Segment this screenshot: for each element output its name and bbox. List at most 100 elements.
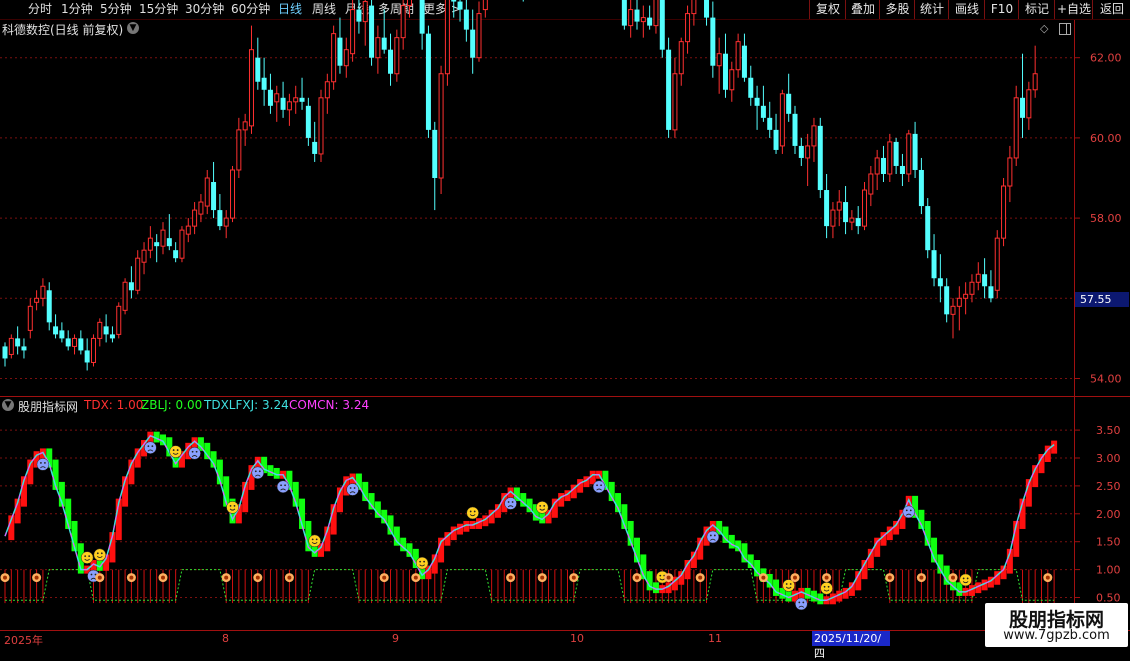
overlay-button[interactable]: 叠加 xyxy=(845,0,880,19)
trend-block xyxy=(975,582,982,594)
candle-body xyxy=(53,326,59,335)
candle-body xyxy=(975,273,981,283)
flower-icon xyxy=(758,573,768,583)
trend-block xyxy=(191,437,198,451)
face-eye xyxy=(315,538,318,541)
trend-block xyxy=(109,532,116,563)
trend-block xyxy=(1006,548,1013,574)
candle-body xyxy=(716,53,722,67)
face-mouth xyxy=(280,488,286,491)
trend-block xyxy=(65,498,72,529)
trend-block xyxy=(235,504,242,524)
statistics-button[interactable]: 统计 xyxy=(914,0,949,19)
period-weekly[interactable]: 周线 xyxy=(312,2,336,16)
trend-block xyxy=(665,582,672,594)
period-more[interactable]: 更多 > xyxy=(423,2,461,16)
trend-block xyxy=(425,565,432,580)
adjust-button[interactable]: 复权 xyxy=(809,0,846,19)
candle-body xyxy=(128,282,134,291)
trend-block xyxy=(861,560,868,580)
flower-icon xyxy=(948,573,958,583)
trend-block xyxy=(678,571,685,585)
candle-body xyxy=(432,129,438,178)
trend-block xyxy=(336,487,343,513)
trend-block xyxy=(494,504,501,518)
period-5min[interactable]: 5分钟 xyxy=(100,2,132,16)
trend-block xyxy=(1000,565,1007,580)
trend-block xyxy=(96,560,103,571)
candlestick-chart[interactable]: 70.0068.0066.0064.0062.0060.0058.0056.00… xyxy=(0,0,1130,650)
multi-stock-button[interactable]: 多股 xyxy=(879,0,915,19)
trend-block xyxy=(438,537,445,563)
face-eye xyxy=(195,450,198,453)
indicator-tick-label: 2.00 xyxy=(1096,508,1121,521)
trend-block xyxy=(330,504,337,535)
trend-block xyxy=(1051,440,1058,454)
face-eye xyxy=(659,574,662,577)
candle-body xyxy=(754,97,760,106)
candle-body xyxy=(476,13,482,59)
period-toolbar: 分时 1分钟 5分钟 15分钟 30分钟 60分钟 日线 周线 月线 多周期 更… xyxy=(0,0,1130,20)
face-eye xyxy=(100,552,103,555)
face-eye xyxy=(511,501,514,503)
face-eye xyxy=(151,445,154,448)
current-price-tag: 57.55 xyxy=(1075,292,1129,307)
period-15min[interactable]: 15分钟 xyxy=(139,2,178,16)
candle-body xyxy=(893,141,899,166)
face-circle xyxy=(87,569,100,583)
flower-petals xyxy=(0,573,10,583)
sad-face-icon xyxy=(346,483,359,496)
candle-body xyxy=(798,145,804,158)
indicator-zblj-value: ZBLJ: 0.00 xyxy=(141,398,203,412)
period-fenshi[interactable]: 分时 xyxy=(28,2,52,16)
trend-block xyxy=(103,554,110,571)
trend-block xyxy=(741,543,748,563)
trend-block xyxy=(147,431,154,449)
trend-block xyxy=(374,501,381,518)
trend-block xyxy=(1032,465,1039,488)
candle-body xyxy=(204,177,210,207)
flower-icon xyxy=(379,573,389,583)
period-60min[interactable]: 60分钟 xyxy=(231,2,270,16)
flower-petals xyxy=(221,573,231,583)
cursor-date: 2025/11/20/四 xyxy=(812,631,890,660)
face-circle xyxy=(169,445,182,458)
flower-center xyxy=(635,575,639,580)
trend-block xyxy=(90,560,97,574)
flower-center xyxy=(793,575,797,580)
flower-center xyxy=(161,575,165,580)
candle-body xyxy=(255,57,261,82)
panel-toggle-icon[interactable] xyxy=(1059,23,1071,35)
candle-body xyxy=(154,242,160,247)
sad-face-icon xyxy=(87,569,100,583)
chevron-down-icon[interactable]: ▼ xyxy=(127,22,139,34)
face-circle xyxy=(93,548,107,562)
candle-body xyxy=(729,69,735,91)
face-eye xyxy=(802,601,805,604)
face-eye xyxy=(507,501,510,503)
add-watchlist-button[interactable]: +自选 xyxy=(1054,0,1093,19)
f10-button[interactable]: F10 xyxy=(984,0,1019,19)
period-daily[interactable]: 日线 xyxy=(278,2,302,16)
trend-block xyxy=(773,579,780,596)
back-button[interactable]: 返回 xyxy=(1092,0,1130,19)
indicator-chevron-icon[interactable]: ▼ xyxy=(2,399,14,411)
diamond-icon[interactable]: ◇ xyxy=(1040,22,1048,35)
period-multi[interactable]: 多周期 xyxy=(378,2,414,16)
period-monthly[interactable]: 月线 xyxy=(345,2,369,16)
flower-icon xyxy=(885,573,895,583)
flower-center xyxy=(761,575,766,580)
face-mouth xyxy=(311,542,318,545)
candle-body xyxy=(969,281,975,295)
period-30min[interactable]: 30分钟 xyxy=(185,2,224,16)
trend-block xyxy=(1025,479,1032,507)
period-1min[interactable]: 1分钟 xyxy=(61,2,93,16)
indicator-tick-label: 2.50 xyxy=(1096,480,1121,493)
flower-icon xyxy=(506,573,516,583)
trend-block xyxy=(1019,498,1026,529)
candle-body xyxy=(767,117,773,130)
candle-body xyxy=(179,229,185,259)
trend-block xyxy=(551,498,558,518)
mark-button[interactable]: 标记 xyxy=(1018,0,1055,19)
draw-line-button[interactable]: 画线 xyxy=(948,0,985,19)
